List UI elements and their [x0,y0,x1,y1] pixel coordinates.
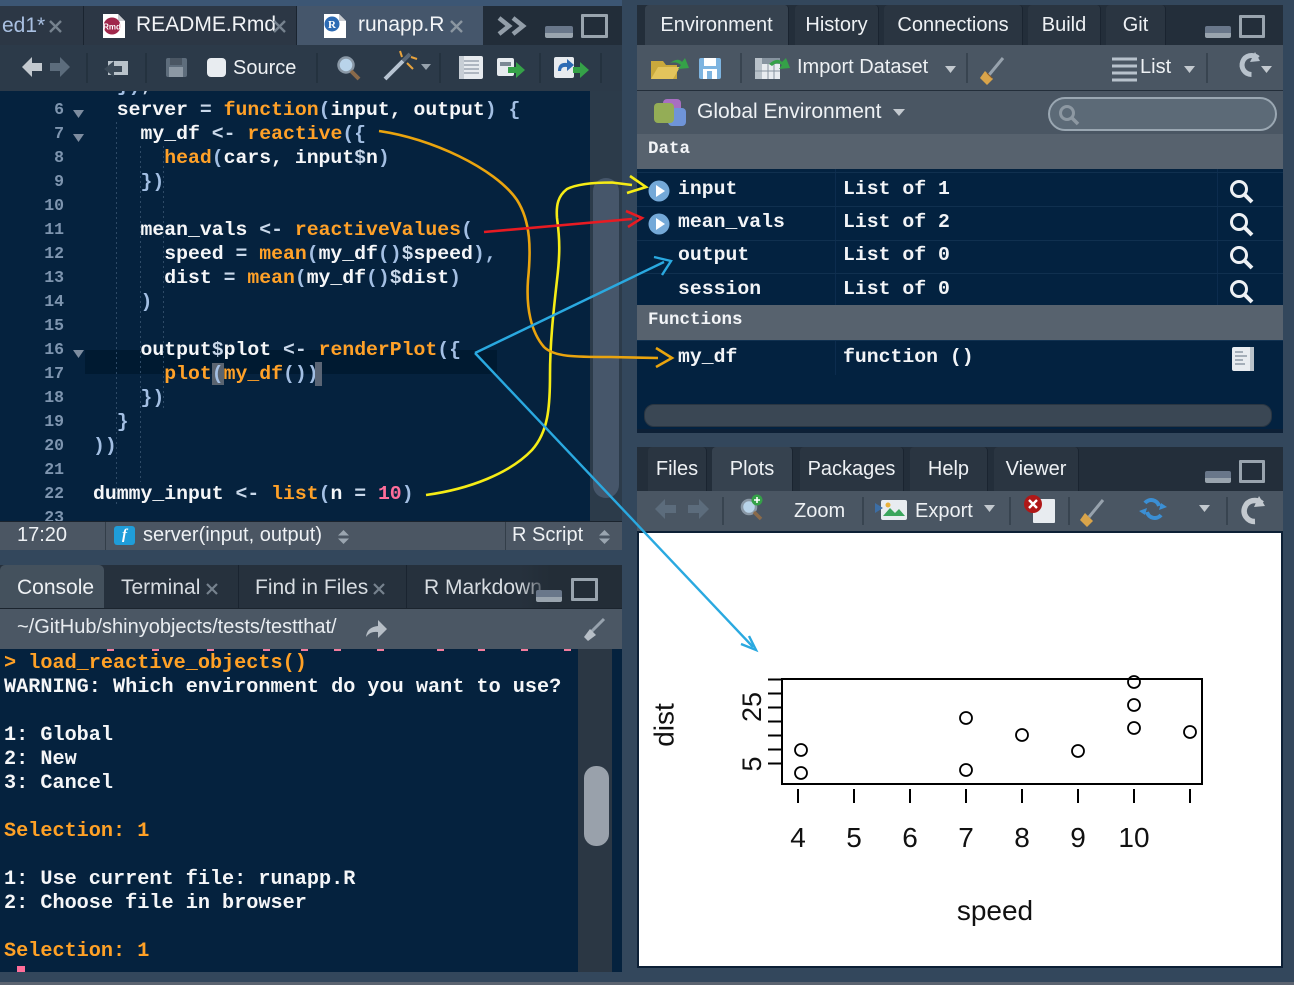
svg-text:25: 25 [737,692,767,722]
svg-text:6: 6 [902,822,918,853]
svg-text:7: 7 [958,822,974,853]
svg-text:10: 10 [1118,822,1149,853]
svg-text:8: 8 [1014,822,1030,853]
svg-text:R: R [328,19,337,31]
svg-text:dist: dist [649,703,680,747]
svg-text:4: 4 [790,822,806,853]
svg-text:9: 9 [1070,822,1086,853]
svg-text:Rmd: Rmd [103,23,121,32]
svg-text:5: 5 [846,822,862,853]
svg-text:speed: speed [957,895,1033,926]
svg-text:5: 5 [737,756,767,771]
